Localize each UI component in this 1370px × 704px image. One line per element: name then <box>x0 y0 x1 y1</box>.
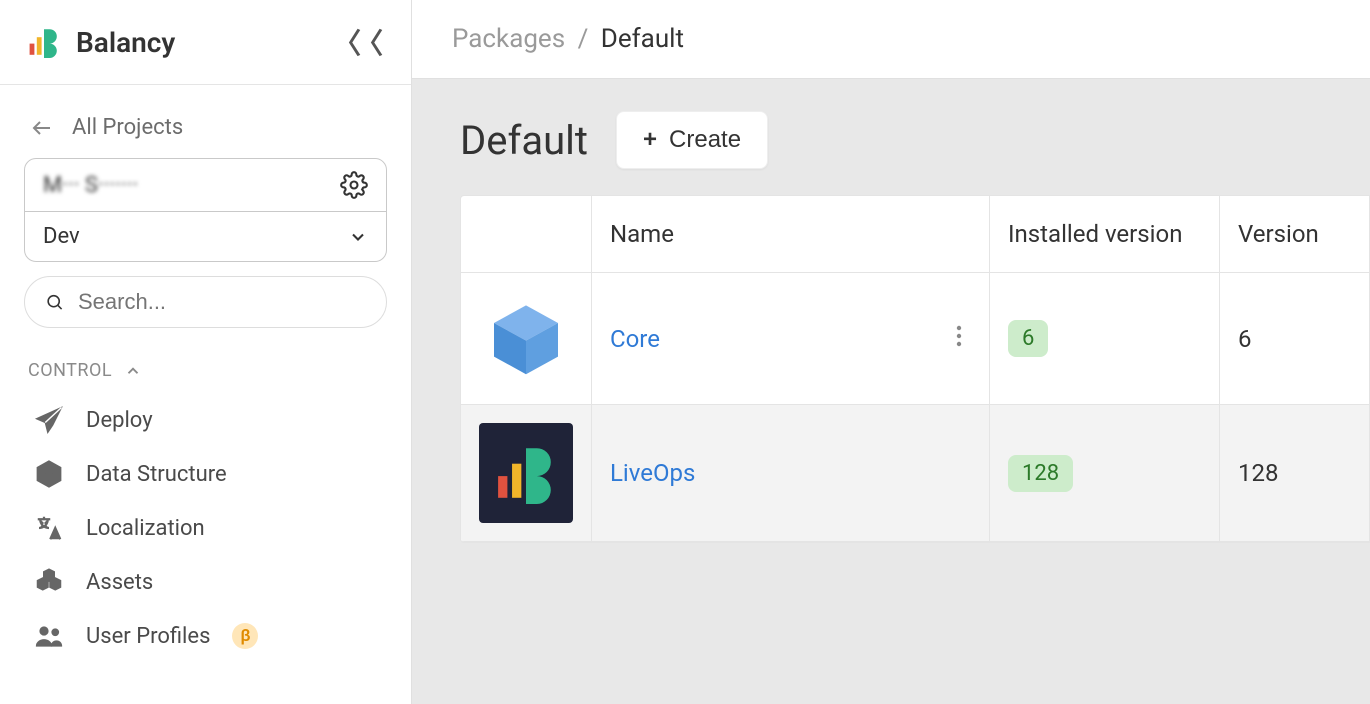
table-header: Name Installed version Version <box>461 196 1369 273</box>
breadcrumb-separator: / <box>578 24 589 54</box>
td-version: 128 <box>1219 405 1369 541</box>
main-area: Packages / Default Default + Create Name… <box>412 0 1370 704</box>
th-version: Version <box>1219 196 1369 272</box>
liveops-icon <box>479 423 573 523</box>
td-icon <box>461 405 591 541</box>
sidebar-item-data-structure[interactable]: Data Structure <box>24 447 387 501</box>
sidebar-item-assets[interactable]: Assets <box>24 555 387 609</box>
package-link[interactable]: LiveOps <box>610 459 695 487</box>
table-row: Core 6 6 <box>461 273 1369 405</box>
gear-icon[interactable] <box>340 171 368 199</box>
td-name: Core <box>591 273 989 404</box>
sidebar-header: Balancy 〈〈 <box>0 0 411 85</box>
create-button[interactable]: + Create <box>616 111 768 169</box>
th-installed: Installed version <box>989 196 1219 272</box>
section-control-toggle[interactable]: CONTROL <box>24 352 387 393</box>
chevron-down-icon <box>348 227 368 247</box>
sidebar-item-label: Data Structure <box>86 462 227 487</box>
search-icon <box>45 289 64 315</box>
page-title: Default <box>460 117 588 164</box>
project-name-row[interactable]: M··· S······· <box>25 159 386 212</box>
th-icon <box>461 210 591 258</box>
chevron-up-icon <box>124 362 142 380</box>
sidebar-body: All Projects M··· S······· Dev <box>0 85 411 681</box>
sidebar-item-localization[interactable]: Localization <box>24 501 387 555</box>
installed-version-badge: 128 <box>1008 455 1073 492</box>
project-selector: M··· S······· Dev <box>24 158 387 262</box>
plus-icon: + <box>643 128 657 152</box>
th-name: Name <box>591 196 989 272</box>
section-control-label: CONTROL <box>28 360 112 381</box>
sidebar-item-user-profiles[interactable]: User Profiles β <box>24 609 387 663</box>
row-menu-icon[interactable] <box>947 320 971 358</box>
env-label: Dev <box>43 224 80 249</box>
brand-name: Balancy <box>76 26 175 59</box>
td-icon <box>461 273 591 404</box>
td-installed: 6 <box>989 273 1219 404</box>
all-projects-label: All Projects <box>72 115 183 140</box>
translate-icon <box>34 513 64 543</box>
sidebar-item-label: Assets <box>86 570 153 595</box>
brand-logo-icon <box>28 26 60 58</box>
paper-plane-icon <box>34 405 64 435</box>
all-projects-link[interactable]: All Projects <box>24 103 387 158</box>
env-selector[interactable]: Dev <box>25 212 386 261</box>
boxes-icon <box>34 567 64 597</box>
arrow-left-icon <box>30 116 54 140</box>
cube-outline-icon <box>34 459 64 489</box>
brand: Balancy <box>28 26 175 59</box>
beta-badge: β <box>232 623 258 649</box>
td-name: LiveOps <box>591 405 989 541</box>
create-button-label: Create <box>669 126 741 154</box>
installed-version-badge: 6 <box>1008 320 1048 357</box>
package-link[interactable]: Core <box>610 325 660 353</box>
cube-icon <box>486 299 566 379</box>
td-installed: 128 <box>989 405 1219 541</box>
breadcrumb-current: Default <box>601 24 684 54</box>
page-header: Default + Create <box>412 79 1370 195</box>
sidebar: Balancy 〈〈 All Projects M··· S······· De… <box>0 0 412 704</box>
sidebar-item-label: Deploy <box>86 408 153 433</box>
td-version: 6 <box>1219 273 1369 404</box>
packages-table: Name Installed version Version Core66Liv… <box>460 195 1370 543</box>
breadcrumb-root[interactable]: Packages <box>452 24 565 54</box>
search-field[interactable] <box>24 276 387 328</box>
project-name: M··· S······· <box>43 173 138 198</box>
table-row: LiveOps 128 128 <box>461 405 1369 542</box>
sidebar-item-label: Localization <box>86 516 205 541</box>
table-body: Core 6 6 LiveOps 128 128 <box>461 273 1369 542</box>
collapse-sidebar-button[interactable]: 〈〈 <box>333 22 383 62</box>
users-icon <box>34 621 64 651</box>
search-input[interactable] <box>78 289 366 315</box>
sidebar-item-label: User Profiles <box>86 624 210 649</box>
sidebar-item-deploy[interactable]: Deploy <box>24 393 387 447</box>
breadcrumb: Packages / Default <box>412 0 1370 79</box>
